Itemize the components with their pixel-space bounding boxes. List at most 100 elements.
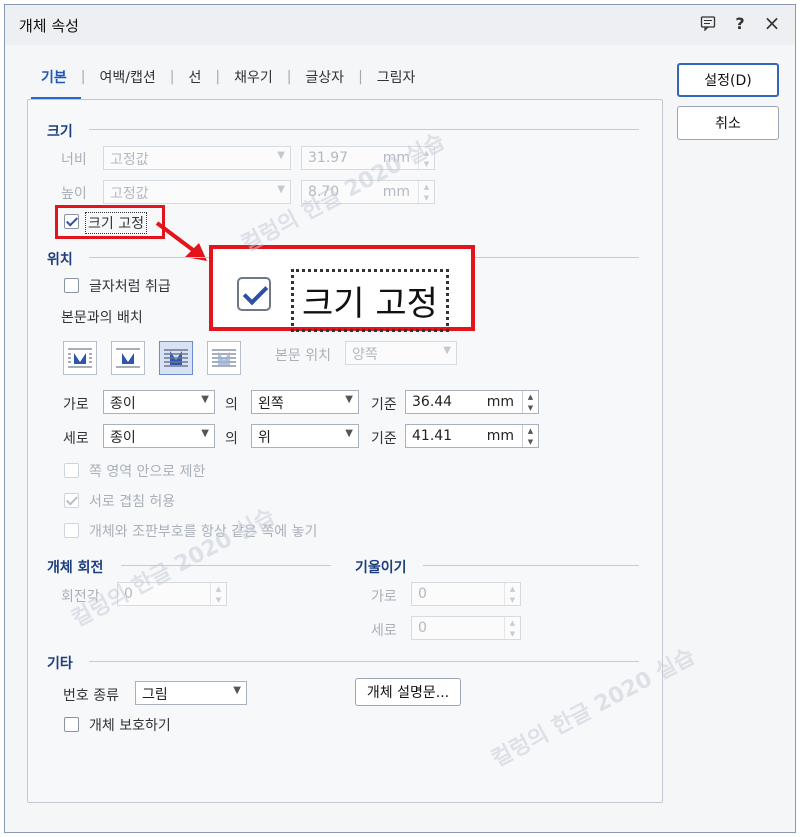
tab-line[interactable]: 선 <box>186 67 203 87</box>
wrap-top-bottom-button[interactable] <box>111 341 145 375</box>
wrap-square-button[interactable] <box>63 341 97 375</box>
tab-basic[interactable]: 기본 <box>39 67 69 87</box>
other-section-title: 기타 <box>47 656 73 672</box>
number-type-value: 그림 <box>142 687 168 703</box>
limit-area-label: 쪽 영역 안으로 제한 <box>89 464 206 480</box>
tab-fill[interactable]: 채우기 <box>232 67 275 87</box>
object-description-button[interactable]: 개체 설명문... <box>355 678 461 706</box>
horizontal-offset-value: 36.44 <box>412 394 453 410</box>
wrap-in-front-icon <box>212 349 236 367</box>
skew-horizontal-label: 가로 <box>371 589 397 605</box>
zoomed-label: 크기 고정 <box>291 269 449 332</box>
wrap-behind-text-icon <box>164 349 188 367</box>
size-section-title: 크기 <box>47 124 73 140</box>
of-label: 의 <box>225 397 238 413</box>
comment-icon[interactable] <box>699 14 717 32</box>
width-mode-value: 고정값 <box>110 152 149 168</box>
zoomed-checkbox <box>237 277 271 311</box>
tab-textbox[interactable]: 글상자 <box>303 67 346 87</box>
same-page-checkbox[interactable] <box>64 523 79 538</box>
chevron-down-icon: ▼ <box>345 394 353 405</box>
layout-label: 본문과의 배치 <box>61 310 143 326</box>
protect-object-label: 개체 보호하기 <box>89 718 171 734</box>
horizontal-reference-value: 종이 <box>110 396 136 412</box>
treat-as-char-checkbox[interactable] <box>64 278 79 293</box>
chevron-down-icon: ▼ <box>201 394 209 405</box>
skew-vertical-label: 세로 <box>371 623 397 639</box>
skew-horizontal-input[interactable]: 0 ▲ ▼ <box>411 582 521 606</box>
vertical-align-value: 위 <box>258 430 271 446</box>
close-icon[interactable]: × <box>763 11 781 35</box>
of-label: 의 <box>225 431 238 447</box>
height-mode-select[interactable]: 고정값 ▼ <box>103 180 291 204</box>
vertical-label: 세로 <box>63 431 89 447</box>
chevron-down-icon: ▼ <box>443 345 451 356</box>
spin-arrows[interactable]: ▲ ▼ <box>504 617 520 639</box>
position-section-title: 위치 <box>47 252 73 268</box>
object-properties-dialog: 개체 속성 ? × 기본 | 여백/캡션 | 선 | 채우기 | 글상자 | 그… <box>4 4 796 833</box>
base-label: 기준 <box>371 431 397 447</box>
tab-shadow[interactable]: 그림자 <box>375 67 418 87</box>
limit-area-checkbox[interactable] <box>64 463 79 478</box>
spin-arrows[interactable]: ▲ ▼ <box>210 583 226 605</box>
chevron-down-icon: ▼ <box>277 150 285 161</box>
vertical-align-select[interactable]: 위 ▼ <box>251 424 359 448</box>
horizontal-align-select[interactable]: 왼쪽 ▼ <box>251 390 359 414</box>
horizontal-offset-input[interactable]: 36.44 mm ▲ ▼ <box>405 390 539 414</box>
body-position-value: 양쪽 <box>352 347 378 363</box>
tab-separator: | <box>80 69 86 85</box>
chevron-down-icon: ▼ <box>201 428 209 439</box>
tab-margin-caption[interactable]: 여백/캡션 <box>97 67 157 87</box>
height-label: 높이 <box>61 186 87 202</box>
chevron-down-icon: ▼ <box>345 428 353 439</box>
spin-arrows[interactable]: ▲ ▼ <box>504 583 520 605</box>
size-lock-label: 크기 고정 <box>85 212 147 234</box>
allow-overlap-checkbox[interactable] <box>64 493 79 508</box>
skew-horizontal-value: 0 <box>418 586 427 602</box>
skew-section-title: 기울이기 <box>355 560 407 576</box>
spin-arrows[interactable]: ▲ ▼ <box>522 391 538 413</box>
rotation-section-title: 개체 회전 <box>47 560 104 576</box>
wrap-square-icon <box>68 348 92 368</box>
body-position-label: 본문 위치 <box>275 348 331 364</box>
width-mode-select[interactable]: 고정값 ▼ <box>103 146 291 170</box>
horizontal-align-value: 왼쪽 <box>258 396 284 412</box>
number-type-select[interactable]: 그림 ▼ <box>135 681 247 705</box>
cancel-button[interactable]: 취소 <box>677 106 779 140</box>
chevron-down-icon: ▼ <box>277 184 285 195</box>
width-label: 너비 <box>61 152 87 168</box>
tab-separator: | <box>286 69 292 85</box>
help-icon[interactable]: ? <box>731 14 749 33</box>
vertical-offset-value: 41.41 <box>412 428 453 444</box>
tab-separator: | <box>358 69 363 85</box>
height-unit: mm <box>382 184 410 200</box>
size-lock-checkbox[interactable] <box>64 214 79 229</box>
divider <box>89 661 639 662</box>
protect-object-checkbox[interactable] <box>64 717 79 732</box>
vertical-offset-unit: mm <box>486 428 514 444</box>
tab-bar: 기본 | 여백/캡션 | 선 | 채우기 | 글상자 | 그림자 <box>39 67 417 87</box>
wrap-in-front-button[interactable] <box>207 341 241 375</box>
vertical-reference-value: 종이 <box>110 430 136 446</box>
wrap-top-bottom-icon <box>116 348 140 368</box>
height-mode-value: 고정값 <box>110 186 149 202</box>
width-value: 31.97 <box>308 150 349 166</box>
skew-vertical-input[interactable]: 0 ▲ ▼ <box>411 616 521 640</box>
title-bar: 개체 속성 ? × <box>5 5 795 45</box>
spin-arrows[interactable]: ▲ ▼ <box>418 181 434 203</box>
tab-separator: | <box>169 69 175 85</box>
number-type-label: 번호 종류 <box>63 688 119 704</box>
divider <box>423 565 639 566</box>
horizontal-label: 가로 <box>63 397 89 413</box>
horizontal-reference-select[interactable]: 종이 ▼ <box>103 390 215 414</box>
vertical-reference-select[interactable]: 종이 ▼ <box>103 424 215 448</box>
ok-button[interactable]: 설정(D) <box>677 63 779 97</box>
divider <box>89 129 639 130</box>
wrap-behind-text-button[interactable] <box>159 341 193 375</box>
chevron-down-icon: ▼ <box>233 685 241 696</box>
vertical-offset-input[interactable]: 41.41 mm ▲ ▼ <box>405 424 539 448</box>
treat-as-char-label: 글자처럼 취급 <box>89 279 171 295</box>
spin-arrows[interactable]: ▲ ▼ <box>522 425 538 447</box>
body-position-select[interactable]: 양쪽 ▼ <box>345 341 457 365</box>
title-bar-icons: ? × <box>699 11 781 35</box>
